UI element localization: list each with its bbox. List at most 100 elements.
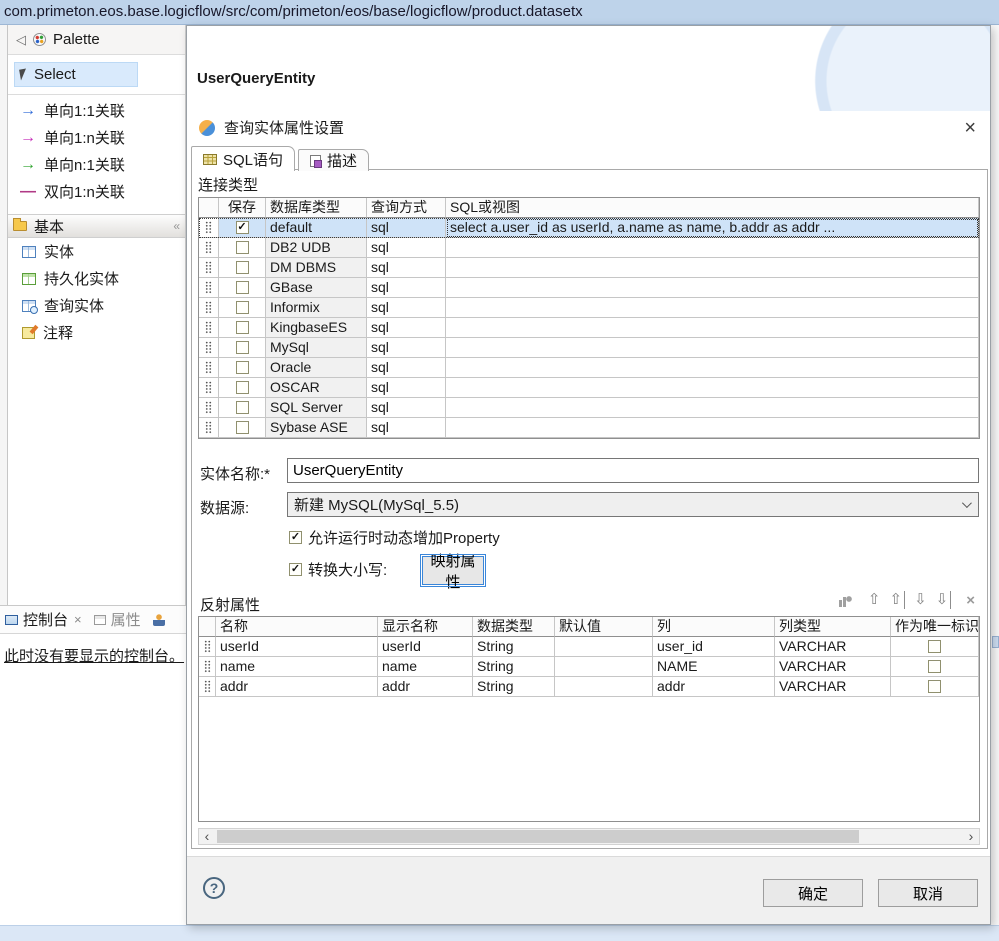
move-bottom-icon[interactable]: ⇩	[936, 591, 952, 609]
column-type-cell[interactable]: VARCHAR	[775, 637, 891, 657]
db-type-cell[interactable]: KingbaseES	[266, 318, 367, 338]
row-handle-icon[interactable]	[199, 378, 219, 398]
display-name-cell[interactable]: addr	[378, 677, 473, 697]
row-handle-icon[interactable]	[199, 218, 219, 238]
save-checkbox[interactable]	[236, 301, 249, 314]
db-type-cell[interactable]: DM DBMS	[266, 258, 367, 278]
sql-cell[interactable]	[446, 258, 979, 278]
palette-item-select[interactable]: Select	[14, 62, 138, 87]
query-mode-cell[interactable]: sql	[367, 338, 446, 358]
scrollbar-thumb[interactable]	[217, 830, 859, 843]
palette-item-relation-0[interactable]: →单向1:1关联	[8, 97, 185, 124]
sql-cell[interactable]	[446, 378, 979, 398]
save-checkbox-cell[interactable]	[219, 238, 266, 258]
save-checkbox-cell[interactable]	[219, 358, 266, 378]
db-type-cell[interactable]: Sybase ASE	[266, 418, 367, 438]
row-handle-icon[interactable]	[199, 398, 219, 418]
save-checkbox-cell[interactable]	[219, 318, 266, 338]
query-mode-cell[interactable]: sql	[367, 218, 446, 238]
generate-mapping-icon[interactable]	[838, 594, 853, 607]
data-type-cell[interactable]: String	[473, 637, 555, 657]
sql-cell[interactable]	[446, 358, 979, 378]
connection-row[interactable]: Sybase ASEsql	[199, 418, 979, 438]
row-handle-icon[interactable]	[199, 298, 219, 318]
drawer-pin-icon[interactable]: «	[173, 219, 185, 233]
reflect-row[interactable]: addraddrStringaddrVARCHAR	[199, 677, 979, 697]
row-handle-icon[interactable]	[199, 278, 219, 298]
delete-icon[interactable]: ×	[966, 592, 975, 609]
query-mode-cell[interactable]: sql	[367, 298, 446, 318]
unique-checkbox[interactable]	[928, 660, 941, 673]
entity-name-input[interactable]	[287, 458, 979, 483]
sql-cell[interactable]	[446, 238, 979, 258]
connection-row[interactable]: Informixsql	[199, 298, 979, 318]
display-name-cell[interactable]: name	[378, 657, 473, 677]
query-mode-cell[interactable]: sql	[367, 318, 446, 338]
connection-row[interactable]: OSCARsql	[199, 378, 979, 398]
db-type-cell[interactable]: default	[266, 218, 367, 238]
row-handle-icon[interactable]	[199, 318, 219, 338]
palette-item-relation-3[interactable]: —双向1:n关联	[8, 178, 185, 205]
sql-cell[interactable]	[446, 298, 979, 318]
save-checkbox[interactable]	[236, 361, 249, 374]
save-checkbox[interactable]	[236, 421, 249, 434]
map-properties-button[interactable]: 映射属性	[422, 556, 484, 585]
tab-sql[interactable]: SQL语句	[191, 146, 295, 171]
save-checkbox[interactable]: ✓	[236, 221, 249, 234]
convert-case-checkbox[interactable]: ✓	[289, 563, 302, 576]
save-checkbox[interactable]	[236, 381, 249, 394]
close-console-tab-icon[interactable]: ×	[74, 612, 82, 627]
reflect-row[interactable]: userIduserIdStringuser_idVARCHAR	[199, 637, 979, 657]
scroll-left-icon[interactable]: ‹	[199, 829, 215, 844]
dynamic-property-checkbox[interactable]: ✓	[289, 531, 302, 544]
row-handle-icon[interactable]	[199, 418, 219, 438]
move-down-icon[interactable]: ⇩	[914, 591, 927, 609]
move-up-icon[interactable]: ⇧	[868, 591, 881, 609]
palette-item-basic-2[interactable]: 查询实体	[8, 292, 185, 319]
save-checkbox-cell[interactable]	[219, 418, 266, 438]
tab-description[interactable]: 描述	[298, 149, 369, 171]
palette-drawer-basic[interactable]: 基本 «	[8, 214, 185, 238]
query-mode-cell[interactable]: sql	[367, 258, 446, 278]
save-checkbox[interactable]	[236, 321, 249, 334]
unique-checkbox-cell[interactable]	[891, 677, 979, 697]
save-checkbox-cell[interactable]	[219, 258, 266, 278]
query-mode-cell[interactable]: sql	[367, 238, 446, 258]
unique-checkbox-cell[interactable]	[891, 637, 979, 657]
row-handle-icon[interactable]	[199, 637, 216, 657]
connection-row[interactable]: KingbaseESsql	[199, 318, 979, 338]
tab-properties[interactable]: 属性	[94, 609, 141, 630]
row-handle-icon[interactable]	[199, 358, 219, 378]
connection-row[interactable]: Oraclesql	[199, 358, 979, 378]
save-checkbox-cell[interactable]	[219, 298, 266, 318]
save-checkbox[interactable]	[236, 341, 249, 354]
db-type-cell[interactable]: OSCAR	[266, 378, 367, 398]
save-checkbox-cell[interactable]	[219, 278, 266, 298]
connection-row[interactable]: SQL Serversql	[199, 398, 979, 418]
query-mode-cell[interactable]: sql	[367, 398, 446, 418]
connection-row[interactable]: DM DBMSsql	[199, 258, 979, 278]
save-checkbox-cell[interactable]	[219, 378, 266, 398]
save-checkbox[interactable]	[236, 401, 249, 414]
sql-cell[interactable]	[446, 278, 979, 298]
sql-cell[interactable]: select a.user_id as userId, a.name as na…	[446, 218, 979, 238]
row-handle-icon[interactable]	[199, 677, 216, 697]
save-checkbox[interactable]	[236, 281, 249, 294]
column-type-cell[interactable]: VARCHAR	[775, 677, 891, 697]
scroll-right-icon[interactable]: ›	[963, 829, 979, 844]
help-icon[interactable]: ?	[203, 877, 225, 899]
db-type-cell[interactable]: MySql	[266, 338, 367, 358]
row-handle-icon[interactable]	[199, 258, 219, 278]
sql-cell[interactable]	[446, 398, 979, 418]
row-handle-icon[interactable]	[199, 338, 219, 358]
default-value-cell[interactable]	[555, 657, 653, 677]
tab-console[interactable]: 控制台 ×	[5, 609, 82, 630]
row-handle-icon[interactable]	[199, 657, 216, 677]
save-checkbox[interactable]	[236, 241, 249, 254]
column-cell[interactable]: addr	[653, 677, 775, 697]
db-type-cell[interactable]: Oracle	[266, 358, 367, 378]
column-type-cell[interactable]: VARCHAR	[775, 657, 891, 677]
close-dialog-icon[interactable]: ×	[964, 120, 976, 136]
connection-row[interactable]: GBasesql	[199, 278, 979, 298]
unique-checkbox-cell[interactable]	[891, 657, 979, 677]
